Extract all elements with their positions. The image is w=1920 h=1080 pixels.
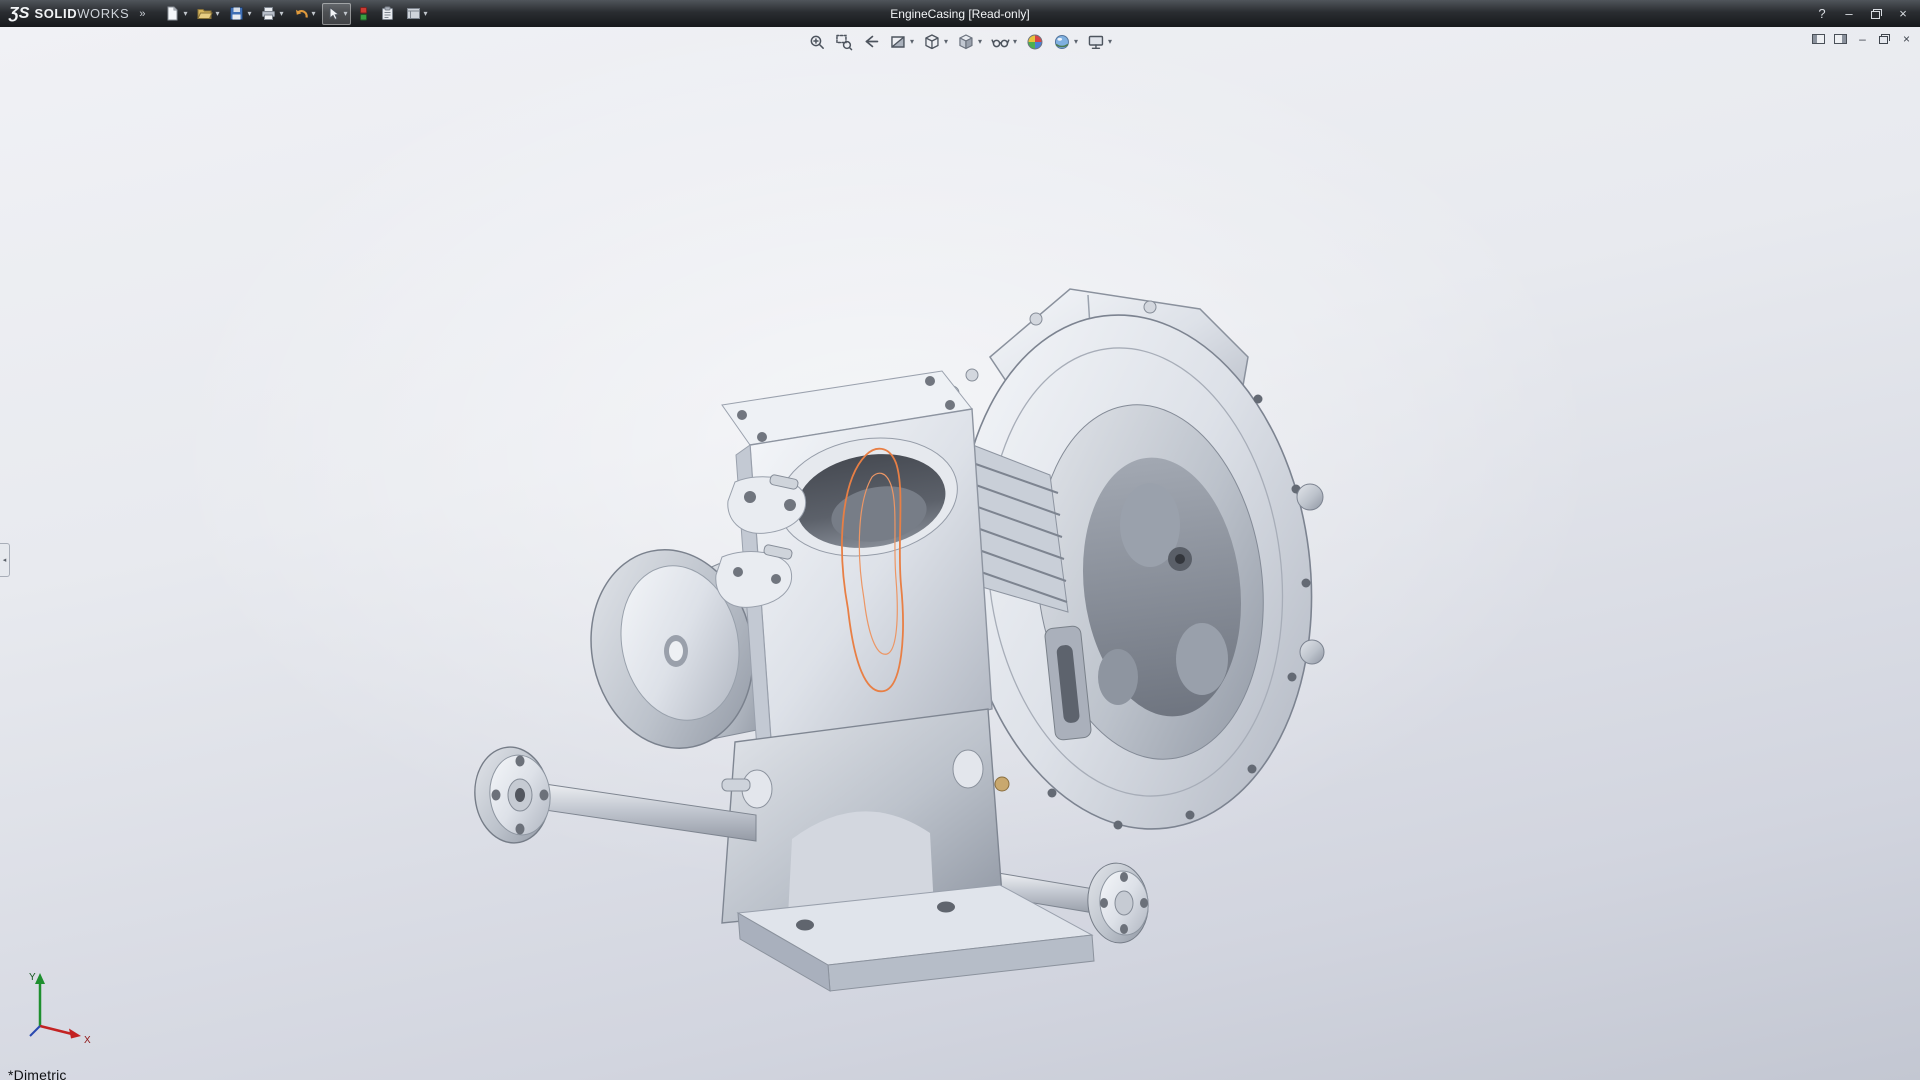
dropdown-caret-icon[interactable]: ▾	[215, 10, 219, 18]
solidworks-logo-icon: ƷS	[9, 5, 29, 23]
undo-button[interactable]: ▾	[290, 3, 319, 25]
restore-icon	[1871, 9, 1882, 19]
doc-minimize-button[interactable]: –	[1856, 31, 1869, 47]
dropdown-caret-icon[interactable]: ▾	[279, 10, 283, 18]
doc-restore-icon	[1879, 34, 1890, 44]
zoom-to-fit-icon	[808, 33, 826, 51]
dropdown-caret-icon[interactable]: ▾	[183, 10, 187, 18]
hide-show-items-icon	[991, 33, 1010, 51]
dropdown-caret-icon[interactable]: ▾	[247, 10, 251, 18]
new-document-button[interactable]: ▾	[161, 3, 190, 25]
engine-casing-model[interactable]	[0, 27, 1920, 1080]
view-orientation-icon	[923, 33, 941, 51]
previous-view-icon	[862, 33, 880, 51]
triad-y-arrow	[35, 973, 45, 984]
dropdown-caret-icon[interactable]: ▾	[944, 38, 948, 46]
dropdown-caret-icon[interactable]: ▾	[424, 10, 428, 18]
triad-x-label: X	[84, 1035, 91, 1046]
hide-show-items-button[interactable]: ▾	[989, 32, 1019, 52]
view-orientation-button[interactable]: ▾	[921, 32, 950, 52]
options-button[interactable]: ▾	[402, 3, 431, 25]
dropdown-caret-icon[interactable]: ▾	[1108, 38, 1112, 46]
close-button[interactable]: ×	[1896, 6, 1910, 22]
edit-appearance-button[interactable]	[1024, 32, 1046, 52]
new-document-icon	[164, 5, 181, 22]
view-orientation-label: *Dimetric	[8, 1067, 67, 1080]
brand-text: SOLIDWORKS	[34, 6, 129, 21]
apply-scene-icon	[1053, 33, 1071, 51]
task-pane-button[interactable]	[376, 3, 399, 25]
zoom-to-area-icon	[835, 33, 853, 51]
select-button[interactable]: ▾	[322, 3, 351, 25]
graphics-viewport[interactable]: ▾ ▾ ▾ ▾	[0, 27, 1920, 1080]
select-arrow-icon	[325, 5, 342, 22]
dropdown-caret-icon[interactable]: ▾	[312, 10, 316, 18]
edit-appearance-icon	[1026, 33, 1044, 51]
orientation-triad: Y X	[10, 964, 100, 1054]
document-window-controls: – ×	[1812, 31, 1913, 47]
triad-y-label: Y	[29, 972, 36, 983]
brand-works: WORKS	[77, 6, 129, 21]
tree-tab-arrow-icon: ◂	[3, 556, 7, 564]
dropdown-caret-icon[interactable]: ▾	[910, 38, 914, 46]
zoom-to-fit-button[interactable]	[806, 32, 828, 52]
undo-icon	[293, 5, 310, 22]
minimize-button[interactable]: –	[1842, 6, 1856, 22]
triad-x-arrow	[69, 1029, 81, 1039]
save-button[interactable]: ▾	[225, 3, 254, 25]
feature-tree-collapsed-tab[interactable]: ◂	[0, 543, 10, 577]
view-settings-icon	[1087, 33, 1105, 51]
options-icon	[405, 5, 422, 22]
task-pane-icon	[379, 5, 396, 22]
rebuild-icon	[357, 5, 370, 22]
section-view-icon	[889, 33, 907, 51]
display-style-button[interactable]: ▾	[955, 32, 984, 52]
window-title: EngineCasing [Read-only]	[890, 7, 1029, 21]
open-button[interactable]: ▾	[193, 3, 222, 25]
apply-scene-button[interactable]: ▾	[1051, 32, 1080, 52]
titlebar: ƷS SOLIDWORKS » ▾ ▾ ▾	[0, 0, 1920, 27]
doc-restore-button[interactable]	[1878, 31, 1891, 47]
open-icon	[196, 5, 213, 22]
window-controls: ? – ×	[1815, 6, 1920, 22]
dropdown-caret-icon[interactable]: ▾	[1074, 38, 1078, 46]
display-style-icon	[957, 33, 975, 51]
previous-view-button[interactable]	[860, 32, 882, 52]
pane-right-button[interactable]	[1834, 31, 1847, 47]
help-button[interactable]: ?	[1815, 6, 1829, 22]
print-icon	[260, 5, 277, 22]
zoom-to-area-button[interactable]	[833, 32, 855, 52]
heads-up-view-toolbar: ▾ ▾ ▾ ▾	[806, 32, 1114, 52]
pane-left-button[interactable]	[1812, 31, 1825, 47]
triad-z-axis	[30, 1026, 40, 1036]
rebuild-button[interactable]	[354, 3, 373, 25]
menu-expander-arrow[interactable]: »	[139, 8, 145, 20]
dropdown-caret-icon[interactable]: ▾	[344, 10, 348, 18]
solidworks-logo: ƷS SOLIDWORKS	[0, 0, 137, 27]
brand-solid: SOLID	[34, 6, 77, 21]
save-icon	[228, 5, 245, 22]
main-toolbar: ▾ ▾ ▾ ▾	[161, 3, 430, 25]
pane-left-icon	[1812, 34, 1825, 44]
view-settings-button[interactable]: ▾	[1085, 32, 1114, 52]
dropdown-caret-icon[interactable]: ▾	[978, 38, 982, 46]
section-view-button[interactable]: ▾	[887, 32, 916, 52]
dropdown-caret-icon[interactable]: ▾	[1013, 38, 1017, 46]
print-button[interactable]: ▾	[257, 3, 286, 25]
pane-right-icon	[1834, 34, 1847, 44]
doc-close-button[interactable]: ×	[1900, 31, 1913, 47]
engine-casing-geometry[interactable]	[470, 289, 1340, 991]
restore-button[interactable]	[1869, 6, 1883, 22]
